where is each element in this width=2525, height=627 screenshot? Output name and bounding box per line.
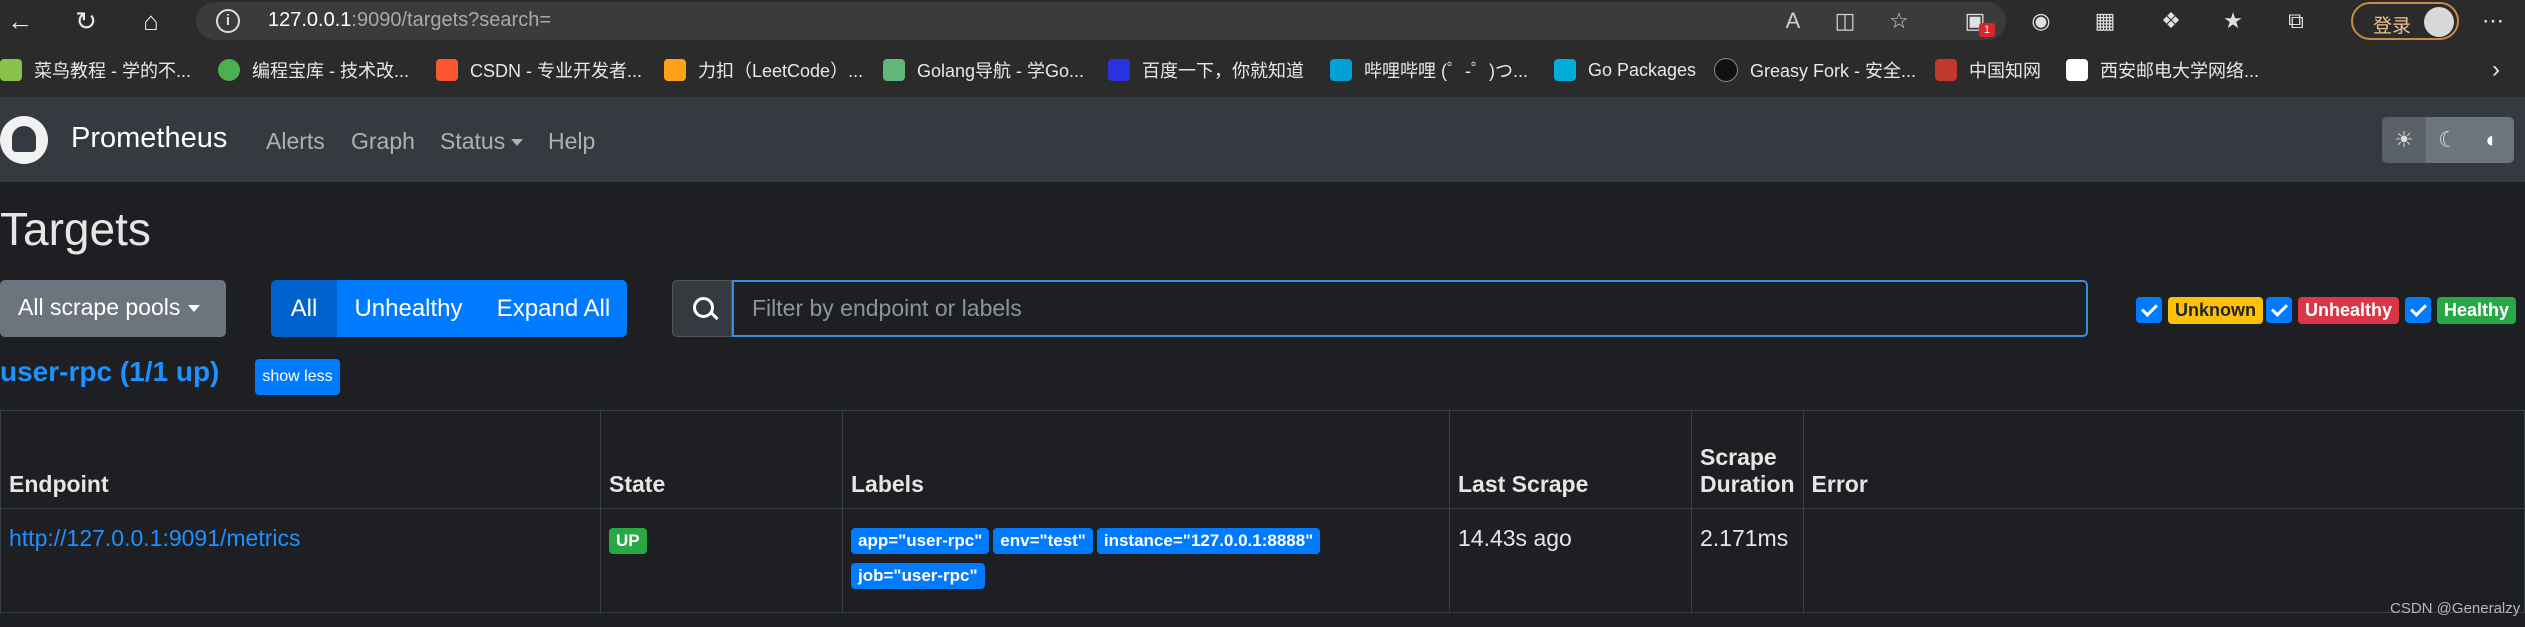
show-less-button[interactable]: show less — [255, 359, 340, 395]
bookmark-favicon — [883, 59, 905, 81]
scrape-duration-cell: 2.171ms — [1691, 508, 1804, 613]
bookmark-item[interactable]: 哔哩哔哩 (゜-゜)つ... — [1330, 58, 1528, 82]
bookmark-item[interactable]: 菜鸟教程 - 学的不... — [0, 58, 191, 82]
bookmarks-bar: 菜鸟教程 - 学的不... 编程宝库 - 技术改... CSDN - 专业开发者… — [0, 50, 2525, 90]
bookmark-item[interactable]: 百度一下，你就知道 — [1108, 58, 1304, 82]
checkbox-icon[interactable] — [2136, 297, 2162, 323]
browser-chrome: ← ↻ ⌂ i 127.0.0.1:9090/targets?search= A… — [0, 0, 2525, 97]
last-scrape-cell: 14.43s ago — [1449, 508, 1692, 613]
error-cell — [1802, 508, 2525, 613]
light-theme-icon[interactable]: ☀ — [2382, 117, 2426, 163]
filter-unknown[interactable]: Unknown — [2136, 296, 2263, 324]
reload-icon[interactable]: ↻ — [66, 4, 106, 38]
bookmark-favicon — [1330, 59, 1352, 81]
nav-status-dropdown[interactable]: Status — [440, 128, 524, 155]
expand-all-button[interactable]: Expand All — [480, 280, 627, 337]
caret-down-icon — [188, 305, 201, 313]
prometheus-navbar: Prometheus Alerts Graph Status Help ☀ ☾ … — [0, 97, 2525, 182]
col-labels: Labels — [842, 410, 1450, 509]
checkbox-icon[interactable] — [2266, 297, 2292, 323]
col-state: State — [600, 410, 843, 509]
nav-help[interactable]: Help — [548, 128, 595, 155]
browser-toolbar: ← ↻ ⌂ i 127.0.0.1:9090/targets?search= A… — [0, 0, 2525, 42]
caret-down-icon — [511, 139, 524, 147]
prometheus-logo-icon[interactable] — [0, 116, 48, 164]
search-group — [672, 280, 2088, 337]
table-row: http://127.0.0.1:9091/metrics UP app="us… — [0, 508, 2525, 613]
nav-alerts[interactable]: Alerts — [266, 128, 325, 155]
bookmark-favicon — [436, 59, 458, 81]
add-favorite-icon[interactable]: ☆ — [1882, 6, 1916, 36]
endpoint-link[interactable]: http://127.0.0.1:9091/metrics — [9, 525, 301, 551]
back-icon[interactable]: ← — [0, 4, 40, 38]
label-badge: job="user-rpc" — [851, 563, 985, 589]
split-screen-icon[interactable]: ◫ — [1828, 6, 1862, 36]
status-badge: Unknown — [2168, 296, 2263, 324]
bookmark-item[interactable]: 编程宝库 - 技术改... — [218, 58, 409, 82]
status-badge: Unhealthy — [2298, 296, 2400, 324]
status-badge: UP — [609, 528, 647, 554]
site-info-icon[interactable]: i — [216, 9, 240, 33]
bookmark-item[interactable]: Go Packages — [1554, 58, 1696, 82]
url-text[interactable]: 127.0.0.1:9090/targets?search= — [268, 9, 551, 32]
filter-unhealthy-button[interactable]: Unhealthy — [337, 280, 480, 337]
bookmark-item[interactable]: 中国知网 — [1935, 58, 2041, 82]
bookmark-favicon — [1108, 59, 1130, 81]
bookmark-favicon — [218, 59, 240, 81]
filter-healthy[interactable]: Healthy — [2405, 296, 2517, 324]
checkbox-icon[interactable] — [2405, 297, 2431, 323]
filter-unhealthy[interactable]: Unhealthy — [2266, 296, 2400, 324]
bookmark-favicon — [1554, 59, 1576, 81]
label-badge: app="user-rpc" — [851, 528, 990, 554]
filter-all-button[interactable]: All — [271, 280, 337, 337]
label-badge: instance="127.0.0.1:8888" — [1096, 528, 1321, 554]
bookmark-item[interactable]: Greasy Fork - 安全... — [1714, 58, 1916, 82]
bookmark-favicon — [1714, 58, 1738, 82]
table-header-row: Endpoint State Labels Last Scrape Scrape… — [0, 410, 2525, 509]
state-cell: UP — [600, 508, 843, 613]
label-badge: env="test" — [993, 528, 1093, 554]
scrape-pool-dropdown[interactable]: All scrape pools — [0, 280, 226, 337]
favorites-icon[interactable]: ★ — [2217, 6, 2249, 36]
labels-cell: app="user-rpc" env="test" instance="127.0.… — [842, 508, 1450, 613]
extensions-puzzle-icon[interactable]: ❖ — [2155, 6, 2187, 36]
targets-table: Endpoint State Labels Last Scrape Scrape… — [0, 410, 2525, 613]
bookmark-favicon — [1935, 59, 1957, 81]
nav-graph[interactable]: Graph — [351, 128, 415, 155]
bookmark-favicon — [2066, 59, 2088, 81]
login-button[interactable]: 登录 — [2351, 2, 2459, 40]
auto-theme-icon[interactable]: ◐ — [2470, 117, 2514, 163]
chevron-right-icon[interactable]: › — [2492, 56, 2500, 84]
read-aloud-icon[interactable]: A — [1776, 6, 1810, 36]
bookmark-item[interactable]: 西安邮电大学网络... — [2066, 58, 2259, 82]
bookmark-item[interactable]: Golang导航 - 学Go... — [883, 58, 1084, 82]
pool-title-link[interactable]: user-rpc (1/1 up) — [0, 356, 219, 388]
avatar — [2424, 7, 2454, 37]
bookmark-item[interactable]: CSDN - 专业开发者... — [436, 58, 642, 82]
filter-button-group: All Unhealthy Expand All — [271, 280, 627, 337]
brand-link[interactable]: Prometheus — [71, 122, 227, 155]
home-icon[interactable]: ⌂ — [131, 4, 171, 38]
theme-switcher: ☀ ☾ ◐ — [2382, 117, 2514, 163]
col-error: Error — [1802, 410, 2525, 509]
col-last-scrape: Last Scrape — [1449, 410, 1692, 509]
watermark: CSDN @Generalzy — [2390, 600, 2521, 617]
more-menu-icon[interactable]: ⋯ — [2477, 6, 2509, 36]
endpoint-cell: http://127.0.0.1:9091/metrics — [0, 508, 601, 613]
bookmark-favicon — [664, 59, 686, 81]
extension-3-icon[interactable]: ▦ — [2089, 6, 2121, 36]
status-badge: Healthy — [2437, 296, 2517, 324]
bookmark-item[interactable]: 力扣（LeetCode）... — [664, 58, 863, 82]
extension-2-icon[interactable]: ◉ — [2025, 6, 2057, 36]
bookmark-favicon — [0, 59, 22, 81]
search-icon — [672, 280, 732, 337]
search-input[interactable] — [732, 280, 2088, 337]
page-title: Targets — [0, 203, 151, 255]
col-scrape-duration: Scrape Duration — [1691, 410, 1804, 509]
dark-theme-icon[interactable]: ☾ — [2426, 117, 2470, 163]
collections-icon[interactable]: ⧉ — [2280, 6, 2312, 36]
col-endpoint: Endpoint — [0, 410, 601, 509]
extension-badge: 1 — [1979, 23, 1995, 37]
